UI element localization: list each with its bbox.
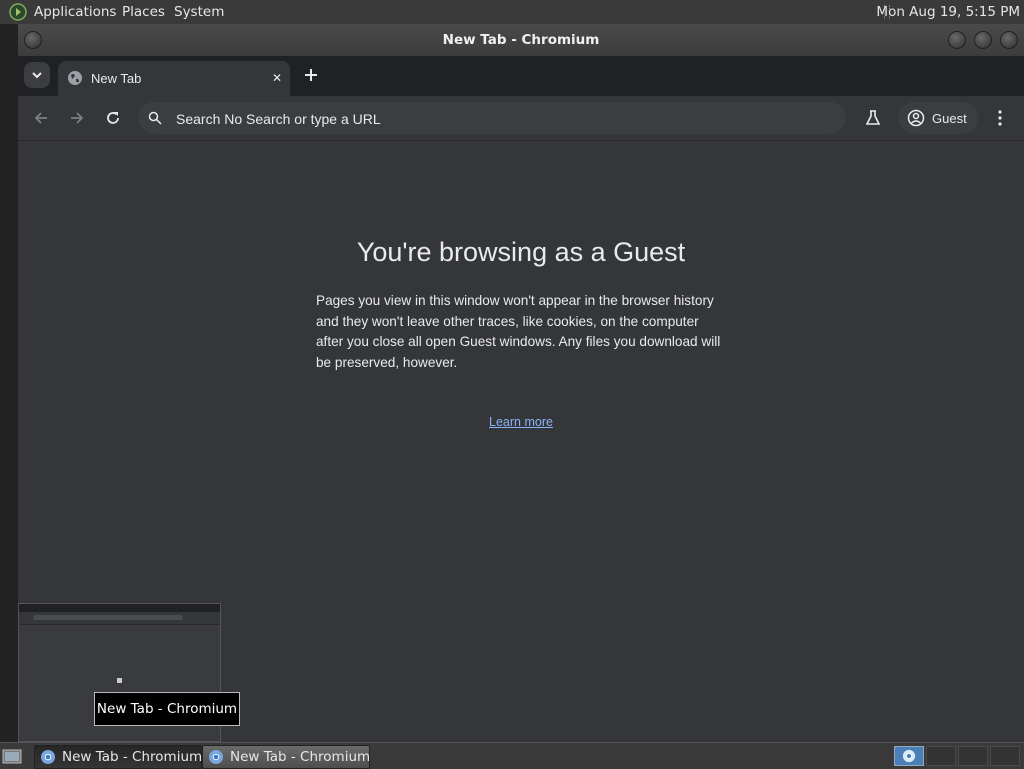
tab-title: New Tab — [91, 71, 142, 86]
show-desktop-icon[interactable] — [2, 747, 22, 765]
mate-logo-icon[interactable] — [9, 3, 27, 21]
menu-icon[interactable] — [994, 109, 1006, 127]
workspace-2[interactable] — [926, 746, 956, 766]
forward-icon[interactable] — [68, 109, 86, 127]
tab-strip: New Tab ✕ — [18, 56, 1024, 96]
chevron-down-icon — [32, 72, 42, 79]
tab-new-tab[interactable]: New Tab ✕ — [58, 61, 290, 96]
chromium-icon — [209, 750, 223, 764]
workspace-4[interactable] — [990, 746, 1020, 766]
taskbar-tooltip: New Tab - Chromium — [94, 692, 240, 726]
window-title: New Tab - Chromium — [442, 32, 600, 48]
thumbnail-omnibox — [33, 615, 183, 620]
thumbnail-content — [117, 678, 122, 683]
workspace-1[interactable] — [894, 746, 924, 766]
profile-label: Guest — [932, 111, 967, 126]
globe-icon — [68, 71, 82, 85]
clock[interactable]: Mon Aug 19, 5:15 PM — [876, 4, 1020, 20]
labs-icon[interactable] — [864, 109, 882, 127]
omnibox[interactable] — [138, 102, 846, 134]
taskbar-item-label: New Tab - Chromium — [230, 749, 371, 765]
page-title: You're browsing as a Guest — [356, 237, 686, 267]
browser-toolbar: Guest — [18, 96, 1024, 141]
back-icon[interactable] — [32, 109, 50, 127]
menu-system[interactable]: System — [174, 4, 224, 20]
close-icon[interactable]: ✕ — [272, 71, 282, 85]
taskbar-item-label: New Tab - Chromium — [62, 749, 203, 765]
workspace-3[interactable] — [958, 746, 988, 766]
chromium-icon — [902, 749, 916, 763]
learn-more-link[interactable]: Learn more — [489, 415, 553, 429]
taskbar-item[interactable]: New Tab - Chromium — [34, 745, 202, 769]
menu-places[interactable]: Places — [122, 4, 165, 20]
address-input[interactable] — [174, 108, 818, 130]
learn-more-container: Learn more — [18, 415, 1024, 429]
reload-icon[interactable] — [104, 109, 122, 127]
desktop-background — [0, 24, 18, 742]
chromium-icon — [41, 750, 55, 764]
taskbar: New Tab - Chromium New Tab - Chromium — [0, 742, 1024, 769]
tab-search-button[interactable] — [24, 62, 50, 88]
search-icon — [148, 111, 162, 125]
minimize-button[interactable] — [948, 31, 966, 49]
profile-button[interactable]: Guest — [898, 102, 978, 134]
menu-applications[interactable]: Applications — [34, 4, 116, 20]
plus-icon — [305, 69, 317, 81]
guest-description: Pages you view in this window won't appe… — [316, 293, 721, 370]
new-tab-button[interactable] — [300, 64, 322, 86]
thumbnail-tabstrip — [19, 604, 220, 612]
maximize-button[interactable] — [974, 31, 992, 49]
top-panel: Applications Places System Mon Aug 19, 5… — [0, 0, 1024, 25]
close-window-button[interactable] — [1000, 31, 1018, 49]
profile-icon — [907, 109, 925, 127]
window-titlebar[interactable]: New Tab - Chromium — [18, 24, 1024, 56]
taskbar-item[interactable]: New Tab - Chromium — [202, 745, 370, 769]
